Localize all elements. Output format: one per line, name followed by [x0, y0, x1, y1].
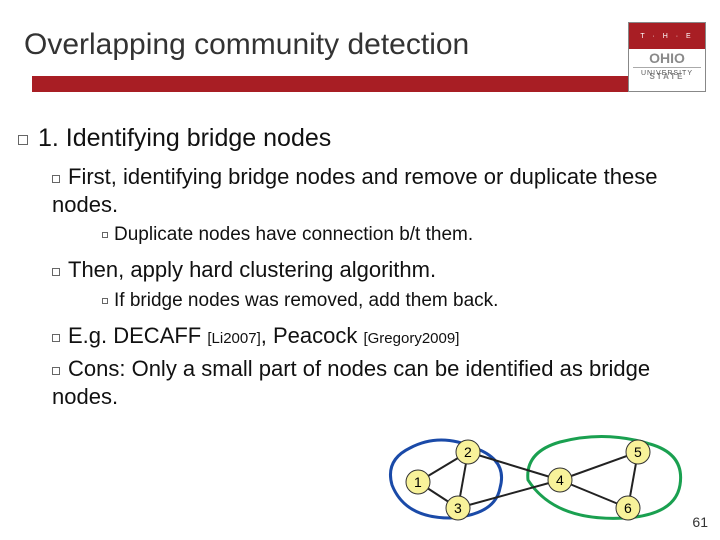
- bullet-text: Then, apply hard clustering algorithm.: [68, 257, 436, 282]
- node-5-label: 5: [634, 444, 642, 460]
- slide-title: Overlapping community detection: [0, 0, 720, 62]
- bullet-first: First, identifying bridge nodes and remo…: [52, 163, 702, 218]
- bullet-text: If bridge nodes was removed, add them ba…: [114, 290, 498, 311]
- slide-header: Overlapping community detection T · H · …: [0, 0, 720, 100]
- bullet-icon: [52, 334, 60, 342]
- node-1-label: 1: [414, 474, 422, 490]
- logo-mid-text: OHIO STATE: [629, 49, 705, 67]
- node-3-label: 3: [454, 500, 462, 516]
- eg-mid: , Peacock: [261, 323, 364, 348]
- ohio-state-logo: T · H · E OHIO STATE UNIVERSITY: [628, 22, 706, 92]
- bullet-icon: [18, 135, 28, 145]
- eg-prefix: E.g. DECAFF: [68, 323, 207, 348]
- slide-content: 1. Identifying bridge nodes First, ident…: [0, 100, 720, 410]
- bullet-icon: [52, 268, 60, 276]
- bullet-icon: [52, 367, 60, 375]
- bullet-addback: If bridge nodes was removed, add them ba…: [102, 290, 702, 312]
- citation-li2007: [Li2007]: [207, 330, 260, 347]
- title-underline: [32, 76, 630, 92]
- heading-text: 1. Identifying bridge nodes: [38, 124, 331, 152]
- bullet-then: Then, apply hard clustering algorithm.: [52, 256, 702, 284]
- bullet-examples: E.g. DECAFF [Li2007], Peacock [Gregory20…: [52, 322, 702, 350]
- bullet-icon: [52, 175, 60, 183]
- bullet-text: First, identifying bridge nodes and remo…: [52, 164, 657, 217]
- node-6-label: 6: [624, 500, 632, 516]
- bullet-text: Duplicate nodes have connection b/t them…: [114, 224, 473, 245]
- heading-level1: 1. Identifying bridge nodes: [18, 124, 702, 153]
- bullet-duplicate: Duplicate nodes have connection b/t them…: [102, 224, 702, 246]
- logo-top-text: T · H · E: [629, 23, 705, 49]
- page-number: 61: [692, 514, 708, 530]
- node-2-label: 2: [464, 444, 472, 460]
- node-4-label: 4: [556, 472, 564, 488]
- citation-gregory2009: [Gregory2009]: [363, 330, 459, 347]
- bullet-text: Cons: Only a small part of nodes can be …: [52, 356, 650, 409]
- bullet-cons: Cons: Only a small part of nodes can be …: [52, 355, 702, 410]
- graph-diagram: 1 2 3 4 5 6: [380, 430, 700, 530]
- logo-ohio: OHIO: [649, 50, 685, 66]
- bullet-icon: [102, 298, 108, 304]
- bullet-icon: [102, 232, 108, 238]
